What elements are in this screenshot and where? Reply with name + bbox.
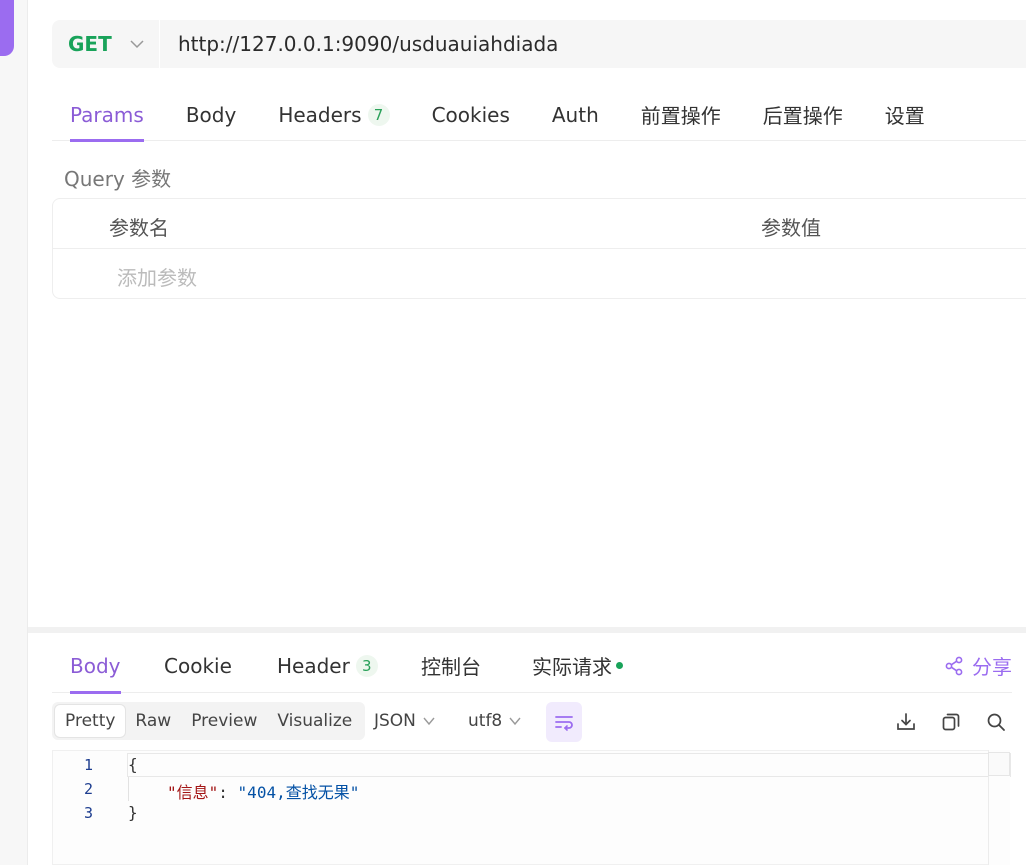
method-select[interactable]: GET bbox=[52, 20, 160, 68]
chevron-down-icon bbox=[509, 717, 521, 726]
word-wrap-button[interactable] bbox=[546, 702, 582, 742]
response-tab-body[interactable]: Body bbox=[70, 638, 121, 694]
headers-count-badge: 7 bbox=[367, 103, 390, 126]
response-tab-console[interactable]: 控制台 bbox=[421, 638, 481, 693]
share-icon bbox=[945, 656, 963, 675]
code-close-brace: } bbox=[128, 803, 138, 822]
column-header-value: 参数值 bbox=[761, 216, 821, 240]
params-table: 参数名 参数值 添加参数 bbox=[52, 198, 1026, 299]
response-tab-actual-request[interactable]: 实际请求 bbox=[532, 638, 623, 693]
indent-guide bbox=[128, 777, 129, 801]
tab-settings[interactable]: 设置 bbox=[885, 88, 925, 141]
encoding-select[interactable]: utf8 bbox=[468, 702, 522, 740]
response-tab-cookie[interactable]: Cookie bbox=[164, 638, 232, 693]
params-table-header: 参数名 参数值 bbox=[53, 199, 1026, 249]
search-button[interactable] bbox=[984, 710, 1008, 734]
share-button[interactable]: 分享 bbox=[944, 638, 1012, 693]
request-tabs: Params Body Headers 7 Cookies Auth 前置操作 后… bbox=[52, 88, 1026, 142]
url-bar: GET http://127.0.0.1:9090/usduauiahdiada bbox=[52, 20, 1026, 68]
code-line-key-value: "信息": "404,查找无果" bbox=[167, 779, 359, 803]
column-header-name: 参数名 bbox=[109, 216, 169, 240]
tab-headers[interactable]: Headers 7 bbox=[278, 88, 390, 141]
tab-params[interactable]: Params bbox=[70, 88, 144, 142]
code-open-brace: { bbox=[128, 755, 138, 774]
view-mode-visualize[interactable]: Visualize bbox=[267, 705, 362, 737]
line-number: 1 bbox=[83, 756, 93, 774]
tab-auth[interactable]: Auth bbox=[552, 88, 599, 141]
line-number: 3 bbox=[83, 804, 93, 822]
method-label: GET bbox=[68, 32, 112, 56]
chevron-down-icon bbox=[423, 717, 435, 726]
add-param-input[interactable]: 添加参数 bbox=[117, 262, 197, 291]
tab-pre-request[interactable]: 前置操作 bbox=[641, 88, 721, 141]
response-toolbar: Pretty Raw Preview Visualize JSON utf8 bbox=[52, 702, 1012, 742]
view-mode-pretty[interactable]: Pretty bbox=[55, 705, 126, 737]
tab-body[interactable]: Body bbox=[186, 88, 237, 141]
share-label: 分享 bbox=[972, 655, 1012, 679]
format-select[interactable]: JSON bbox=[374, 702, 436, 740]
chevron-down-icon bbox=[130, 40, 144, 49]
view-mode-preview[interactable]: Preview bbox=[181, 705, 267, 737]
response-tabs: Body Cookie Header 3 控制台 实际请求 分享 bbox=[52, 638, 1012, 694]
json-key: "信息" bbox=[167, 783, 219, 802]
download-button[interactable] bbox=[894, 710, 918, 734]
response-header-count-badge: 3 bbox=[355, 654, 378, 677]
download-icon bbox=[897, 713, 915, 730]
sidebar-accent-tab[interactable] bbox=[0, 0, 14, 56]
view-mode-switcher: Pretty Raw Preview Visualize bbox=[52, 702, 366, 740]
search-icon bbox=[987, 713, 1005, 731]
tab-post-request[interactable]: 后置操作 bbox=[763, 88, 843, 141]
panel-splitter[interactable] bbox=[28, 627, 1026, 633]
line-number: 2 bbox=[83, 780, 93, 798]
response-tab-header[interactable]: Header 3 bbox=[277, 638, 378, 693]
word-wrap-icon bbox=[555, 716, 573, 731]
query-params-title: Query 参数 bbox=[64, 167, 172, 191]
copy-button[interactable] bbox=[939, 710, 963, 734]
url-input[interactable]: http://127.0.0.1:9090/usduauiahdiada bbox=[178, 32, 558, 56]
response-body-editor[interactable]: 1 2 3 { "信息": "404,查找无果" } bbox=[52, 750, 1011, 865]
copy-icon bbox=[942, 713, 960, 731]
tab-cookies[interactable]: Cookies bbox=[432, 88, 510, 141]
editor-scrollbar-thumb[interactable] bbox=[988, 752, 1010, 776]
status-dot bbox=[616, 662, 623, 669]
left-rail bbox=[0, 0, 28, 865]
json-colon: : bbox=[218, 783, 238, 802]
view-mode-raw[interactable]: Raw bbox=[125, 705, 181, 737]
json-value: "404,查找无果" bbox=[237, 783, 360, 802]
active-line-highlight bbox=[127, 753, 1011, 777]
